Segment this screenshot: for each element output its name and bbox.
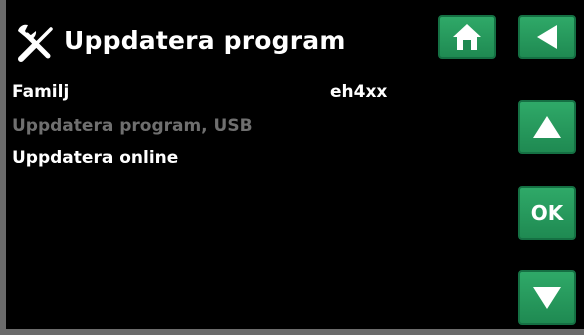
menu-item-familj: Familj: [12, 82, 70, 102]
up-arrow-icon: [533, 116, 561, 138]
ok-button-label: OK: [530, 201, 564, 225]
menu-item-update-online[interactable]: Uppdatera online: [12, 148, 178, 168]
tools-icon: [18, 24, 53, 62]
display-screen: Uppdatera program Familj eh4xx Uppdatera…: [6, 0, 584, 329]
home-icon: [453, 24, 481, 50]
ok-button[interactable]: OK: [518, 186, 576, 240]
frame-bottom-edge: [0, 329, 584, 335]
back-button[interactable]: [518, 15, 576, 59]
home-button[interactable]: [438, 15, 496, 59]
up-button[interactable]: [518, 100, 576, 154]
menu-item-update-usb: Uppdatera program, USB: [12, 116, 253, 136]
down-arrow-icon: [533, 286, 561, 309]
back-arrow-icon: [537, 25, 557, 49]
down-button[interactable]: [518, 270, 576, 325]
page-title: Uppdatera program: [64, 26, 346, 55]
familj-value: eh4xx: [330, 82, 388, 102]
